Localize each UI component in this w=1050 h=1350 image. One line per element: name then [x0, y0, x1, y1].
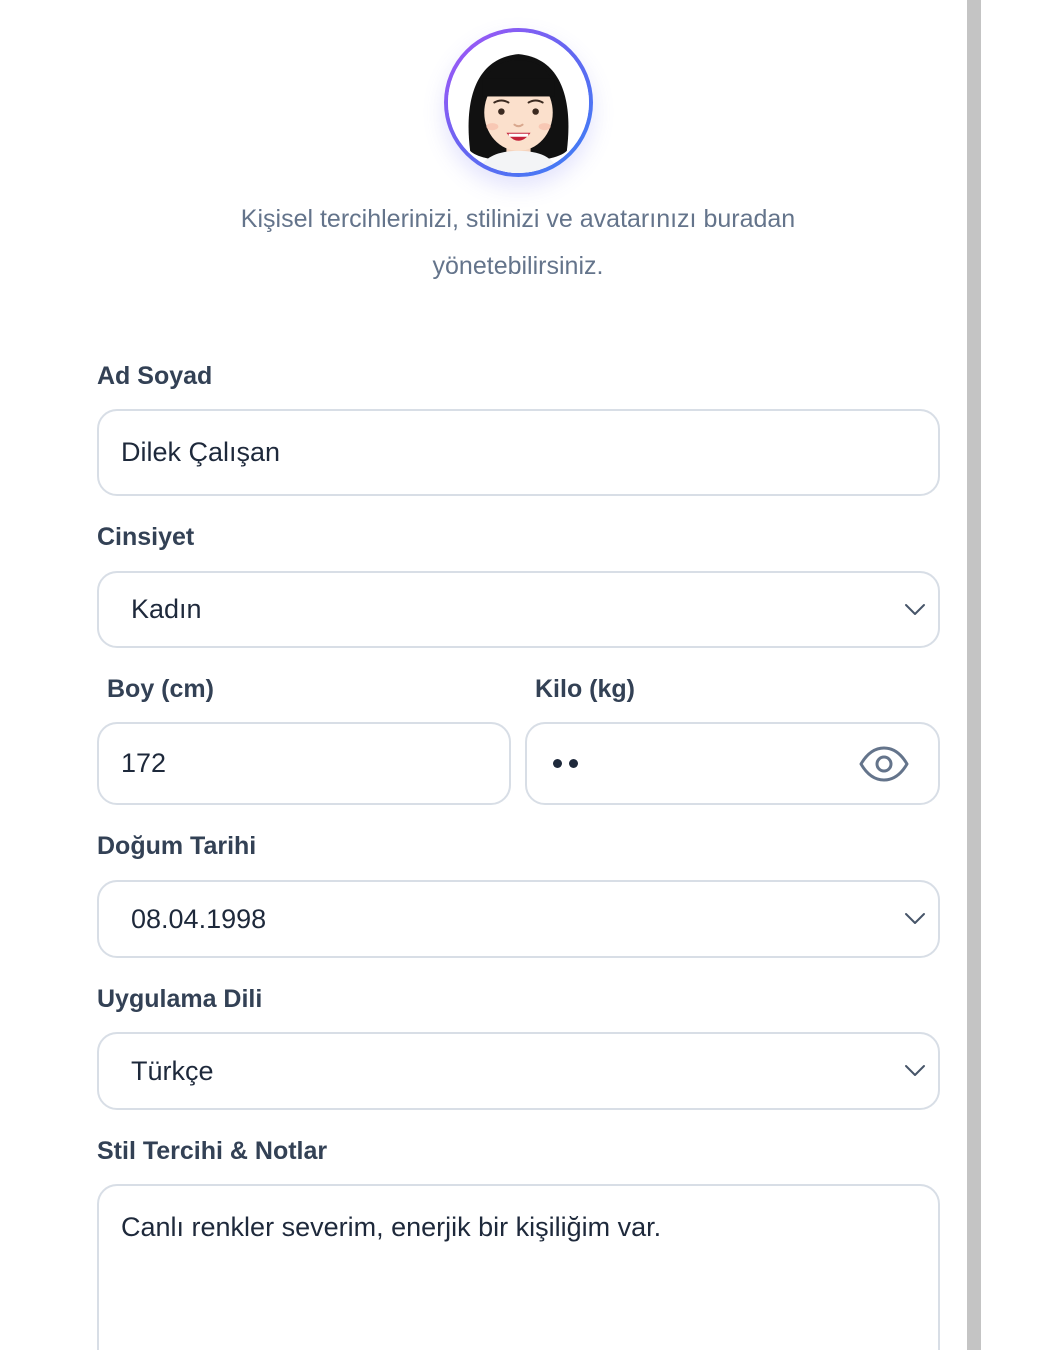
language-label: Uygulama Dili [97, 985, 263, 1013]
height-value: 172 [121, 748, 167, 778]
eye-icon[interactable] [858, 746, 910, 782]
chevron-down-icon [905, 913, 925, 924]
notes-value: Canlı renkler severim, enerjik bir kişil… [121, 1212, 662, 1242]
avatar[interactable] [444, 28, 593, 177]
name-label: Ad Soyad [97, 362, 213, 390]
name-value: Dilek Çalışan [121, 437, 281, 467]
chevron-down-icon [905, 1065, 925, 1076]
avatar-image [448, 32, 589, 173]
notes-textarea[interactable]: Canlı renkler severim, enerjik bir kişil… [97, 1184, 940, 1350]
height-input[interactable]: 172 [97, 722, 511, 805]
language-value: Türkçe [131, 1055, 214, 1086]
birthdate-label: Doğum Tarihi [97, 832, 257, 860]
weight-label: Kilo (kg) [535, 675, 635, 703]
birthdate-value: 08.04.1998 [131, 903, 267, 934]
avatar-girl-icon [448, 32, 589, 173]
birthdate-select[interactable]: 08.04.1998 [97, 880, 940, 958]
gender-label: Cinsiyet [97, 523, 195, 551]
gender-value: Kadın [131, 594, 202, 624]
notes-label: Stil Tercihi & Notlar [97, 1137, 328, 1165]
page-subtitle: Kişisel tercihlerinizi, stilinizi ve ava… [240, 205, 796, 280]
weight-masked-value [527, 759, 578, 768]
gender-select[interactable]: Kadın [97, 571, 940, 648]
language-select[interactable]: Türkçe [97, 1032, 940, 1110]
scrollbar-track[interactable] [967, 0, 981, 1350]
name-input[interactable]: Dilek Çalışan [97, 409, 940, 496]
chevron-down-icon [905, 603, 925, 615]
weight-input[interactable] [525, 722, 940, 805]
height-label: Boy (cm) [107, 675, 214, 703]
